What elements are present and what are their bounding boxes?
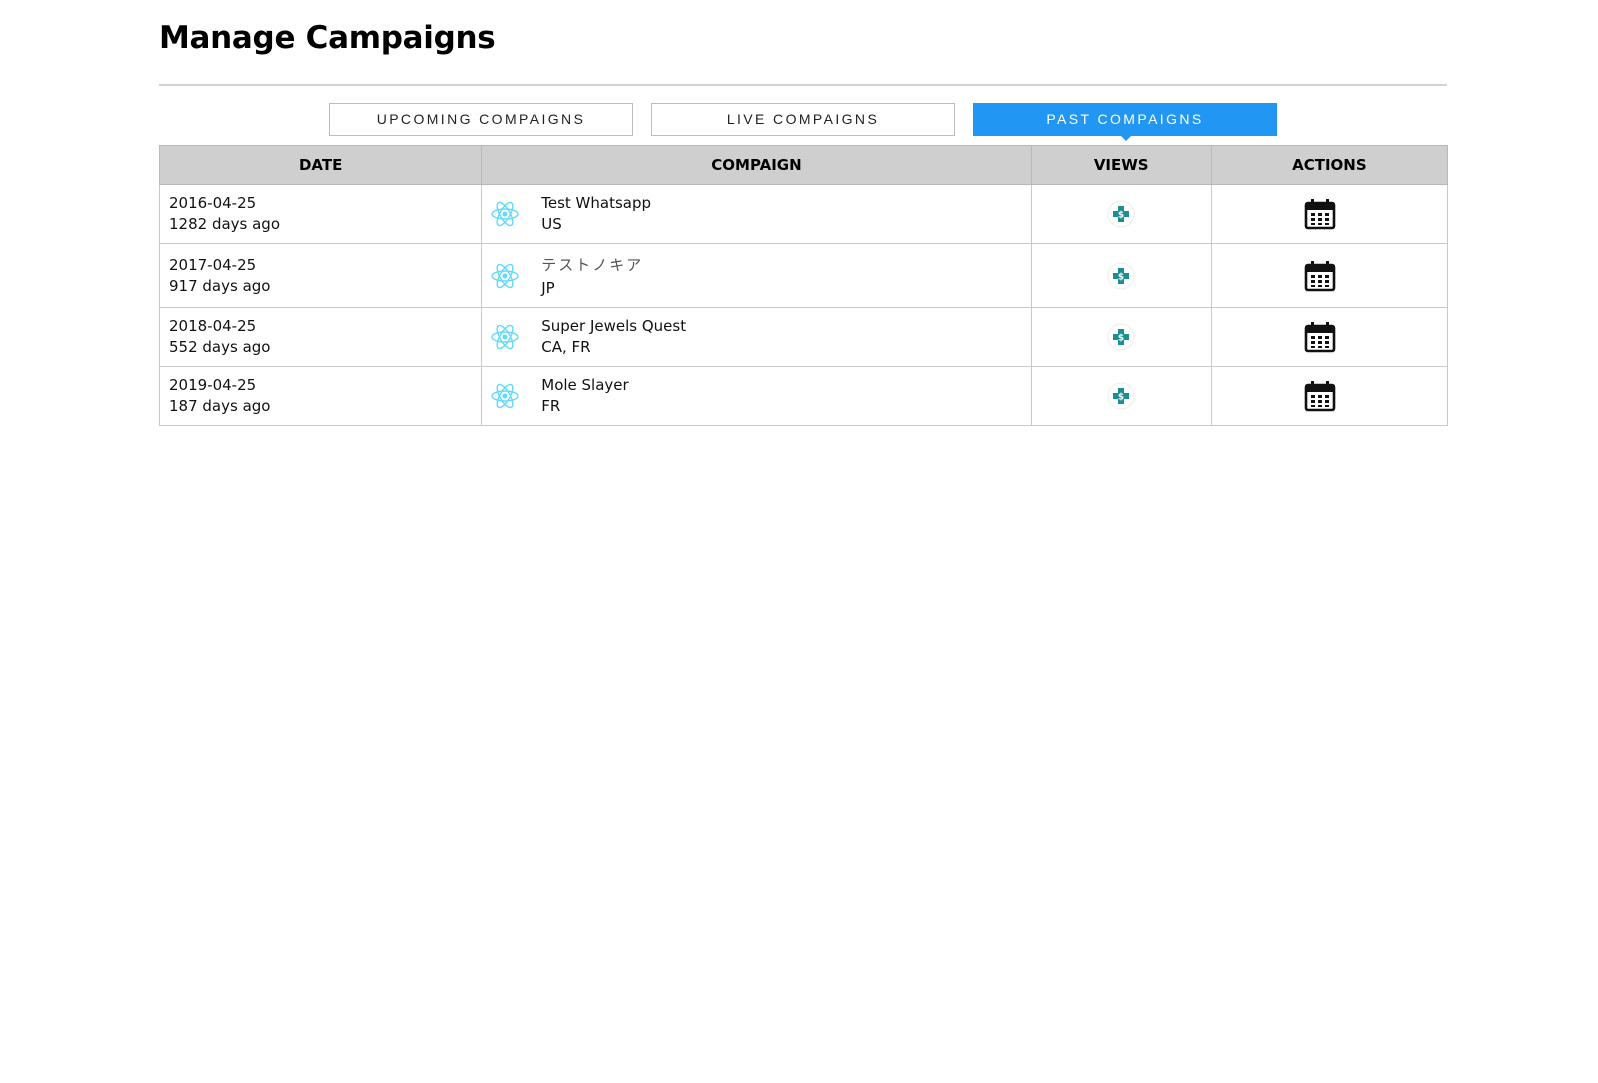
views-cell: $ <box>1030 307 1212 367</box>
table-row: 2016-04-25 1282 days ago Test Whatsapp U… <box>158 184 1449 244</box>
title-divider <box>159 84 1447 86</box>
svg-text:$: $ <box>1118 334 1124 344</box>
react-atom-icon <box>491 324 519 350</box>
calendar-icon[interactable] <box>1303 320 1337 354</box>
date-cell: 2016-04-25 1282 days ago <box>158 184 483 244</box>
svg-text:$: $ <box>1118 393 1124 403</box>
svg-text:$: $ <box>1118 211 1124 221</box>
svg-text:$: $ <box>1118 272 1124 282</box>
actions-cell <box>1210 307 1449 367</box>
views-cell: $ <box>1030 366 1212 426</box>
tab-past-campaigns[interactable]: PAST COMPAIGNS <box>973 103 1277 141</box>
price-tag-icon[interactable]: $ <box>1107 323 1135 351</box>
date-cell: 2019-04-25 187 days ago <box>158 366 483 426</box>
campaign-tabs: UPCOMING COMPAIGNS LIVE COMPAIGNS PAST C… <box>329 103 1277 141</box>
campaign-region: JP <box>541 279 555 297</box>
campaign-date: 2018-04-25 <box>169 317 257 335</box>
campaign-days-ago: 917 days ago <box>169 276 271 295</box>
column-header-date[interactable]: DATE <box>158 145 483 185</box>
campaign-days-ago: 1282 days ago <box>169 215 281 233</box>
actions-cell <box>1210 243 1449 308</box>
price-tag-icon[interactable]: $ <box>1107 382 1135 410</box>
tab-live-campaigns[interactable]: LIVE COMPAIGNS <box>651 103 955 136</box>
table-header-row: DATE COMPAIGN VIEWS ACTIONS <box>158 145 1449 185</box>
campaign-region: CA, FR <box>541 338 591 356</box>
campaign-date: 2017-04-25 <box>169 255 257 274</box>
table-row: 2017-04-25 917 days ago テストノキア JP $ <box>158 243 1449 308</box>
react-atom-icon <box>491 383 519 409</box>
campaign-cell: Super Jewels Quest CA, FR <box>481 307 1032 367</box>
campaign-name[interactable]: テストノキア <box>541 252 643 278</box>
column-header-campaign[interactable]: COMPAIGN <box>481 145 1032 185</box>
actions-cell <box>1210 184 1449 244</box>
price-tag-icon[interactable]: $ <box>1107 200 1135 228</box>
react-atom-icon <box>491 263 519 288</box>
date-cell: 2017-04-25 917 days ago <box>158 243 483 308</box>
campaign-date: 2016-04-25 <box>169 194 257 212</box>
calendar-icon[interactable] <box>1303 197 1337 231</box>
campaign-name[interactable]: Test Whatsapp <box>541 193 651 214</box>
calendar-icon[interactable] <box>1303 379 1337 413</box>
campaign-days-ago: 187 days ago <box>169 397 271 415</box>
campaign-days-ago: 552 days ago <box>169 338 271 356</box>
campaign-cell: Test Whatsapp US <box>481 184 1032 244</box>
price-tag-icon[interactable]: $ <box>1107 262 1135 290</box>
calendar-icon[interactable] <box>1303 259 1337 293</box>
campaign-region: FR <box>541 397 561 415</box>
views-cell: $ <box>1030 243 1212 308</box>
views-cell: $ <box>1030 184 1212 244</box>
react-atom-icon <box>491 201 519 227</box>
campaign-cell: テストノキア JP <box>481 243 1032 308</box>
campaign-cell: Mole Slayer FR <box>481 366 1032 426</box>
page: Manage Campaigns UPCOMING COMPAIGNS LIVE… <box>0 0 1598 1083</box>
table-row: 2018-04-25 552 days ago Super Jewels Que… <box>158 307 1449 367</box>
page-title: Manage Campaigns <box>159 20 496 56</box>
campaigns-table: DATE COMPAIGN VIEWS ACTIONS 2016-04-25 1… <box>158 145 1449 426</box>
column-header-actions: ACTIONS <box>1210 145 1449 185</box>
campaign-region: US <box>541 215 562 233</box>
campaign-name[interactable]: Mole Slayer <box>541 375 628 396</box>
table-row: 2019-04-25 187 days ago Mole Slayer FR $ <box>158 366 1449 426</box>
campaign-name[interactable]: Super Jewels Quest <box>541 316 686 337</box>
date-cell: 2018-04-25 552 days ago <box>158 307 483 367</box>
campaign-date: 2019-04-25 <box>169 376 257 394</box>
tab-upcoming-campaigns[interactable]: UPCOMING COMPAIGNS <box>329 103 633 136</box>
column-header-views[interactable]: VIEWS <box>1030 145 1212 185</box>
actions-cell <box>1210 366 1449 426</box>
